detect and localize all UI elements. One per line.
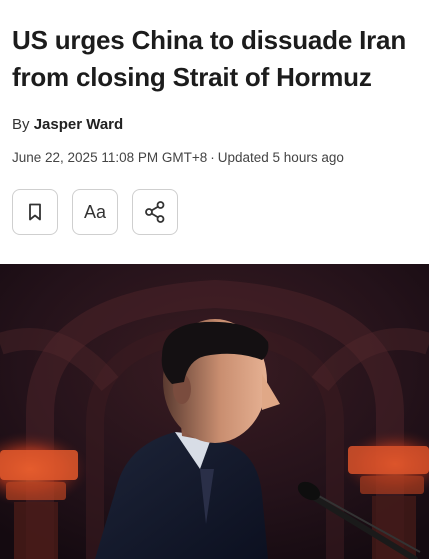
article-actions: Aa: [12, 189, 178, 235]
published-date: June 22, 2025 11:08 PM GMT+8: [12, 150, 208, 165]
share-icon: [145, 201, 165, 223]
text-size-button[interactable]: Aa: [72, 189, 118, 235]
bookmark-icon: [29, 203, 41, 221]
bookmark-button[interactable]: [12, 189, 58, 235]
byline-prefix: By: [12, 116, 30, 133]
hero-image: [0, 264, 429, 559]
article-header: US urges China to dissuade Iran from clo…: [12, 22, 417, 96]
share-button[interactable]: [132, 189, 178, 235]
text-size-label: Aa: [83, 201, 107, 222]
updated-time: Updated 5 hours ago: [217, 150, 344, 165]
timestamp: June 22, 2025 11:08 PM GMT+8 · Updated 5 h…: [12, 149, 344, 167]
byline: By Jasper Ward: [12, 115, 123, 135]
author-link[interactable]: Jasper Ward: [34, 116, 123, 133]
timestamp-separator: ·: [210, 150, 215, 165]
headline: US urges China to dissuade Iran from clo…: [12, 25, 406, 92]
